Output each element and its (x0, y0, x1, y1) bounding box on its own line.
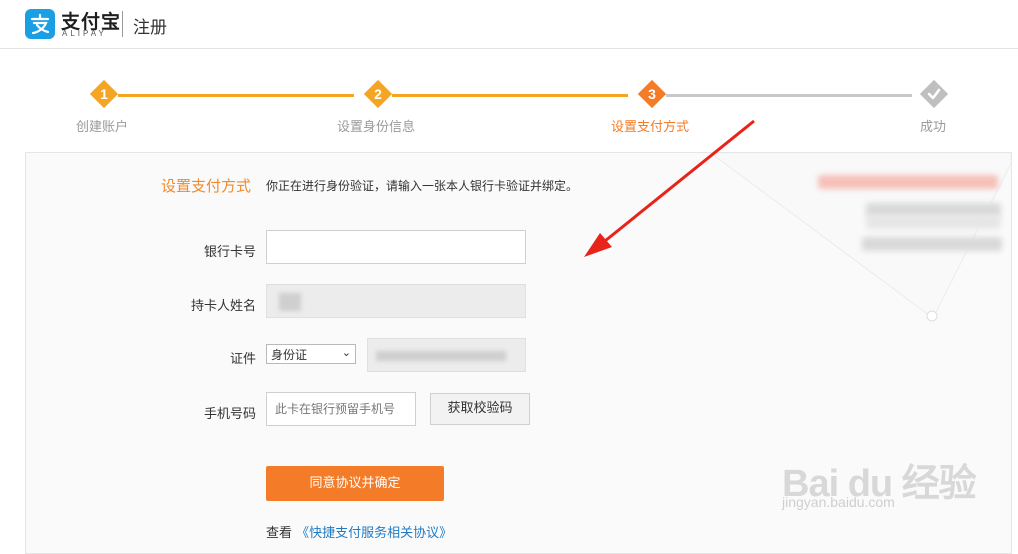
baidu-jingyan-watermark: Bai du 经验 jingyan.baidu.com (782, 452, 977, 510)
watermark-url: jingyan.baidu.com (782, 494, 895, 510)
